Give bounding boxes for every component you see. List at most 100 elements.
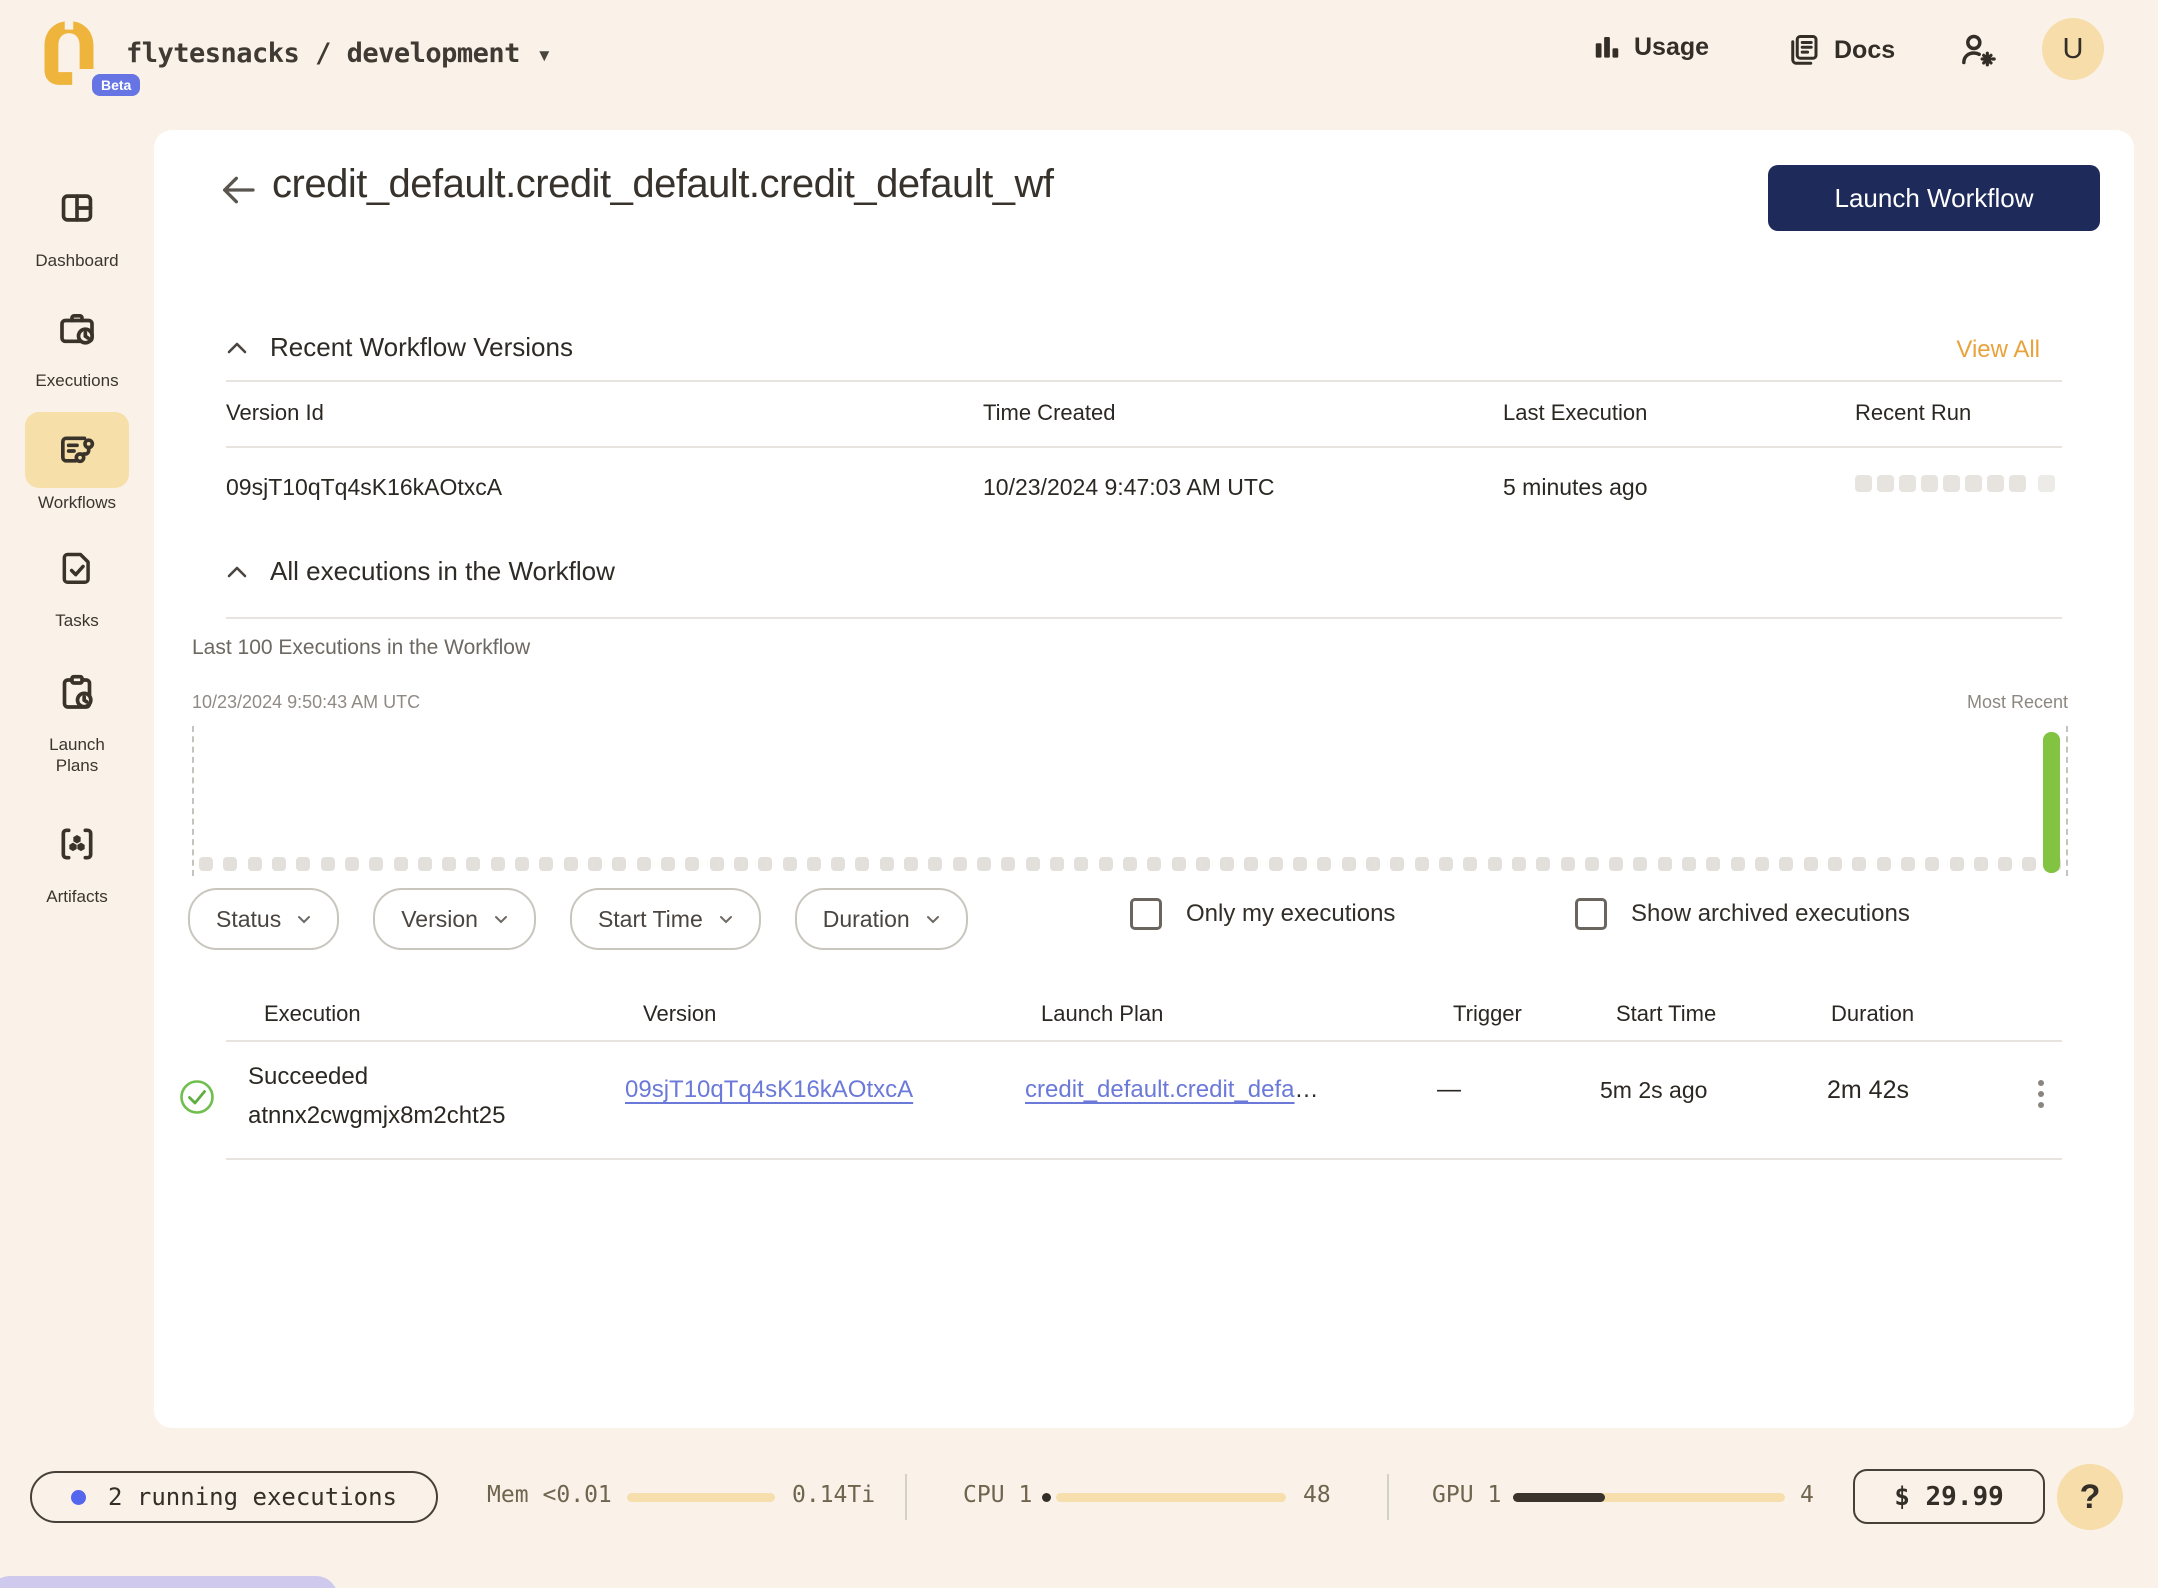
divider xyxy=(905,1474,907,1520)
cpu-value: 1 xyxy=(1019,1482,1033,1508)
mem-bar xyxy=(627,1493,775,1502)
back-arrow-icon xyxy=(218,170,258,210)
avatar-initial: U xyxy=(2063,33,2084,66)
checkbox-icon[interactable] xyxy=(1130,898,1162,930)
recent-versions-header: Recent Workflow Versions xyxy=(226,332,573,363)
column-header-trigger: Trigger xyxy=(1453,996,1522,1032)
column-header-version-id: Version Id xyxy=(226,392,324,434)
main-panel: credit_default.credit_default.credit_def… xyxy=(154,130,2134,1428)
collapse-chevron-icon[interactable] xyxy=(226,341,248,355)
bar-chart-icon xyxy=(1592,32,1622,62)
view-all-link[interactable]: View All xyxy=(1956,336,2040,364)
filter-status[interactable]: Status xyxy=(188,888,339,950)
timeline-success-bar[interactable] xyxy=(2043,732,2060,873)
user-management-button[interactable] xyxy=(1958,30,1998,70)
version-id-cell[interactable]: 09sjT10qTq4sK16kAOtxcA xyxy=(226,458,502,516)
union-logo[interactable]: Beta xyxy=(38,20,100,86)
filter-label: Start Time xyxy=(598,906,703,933)
beta-badge: Beta xyxy=(92,74,140,96)
filter-row: Status Version Start Time Duration xyxy=(188,888,968,950)
user-gear-icon xyxy=(1958,30,1998,70)
cpu-label: CPU xyxy=(963,1482,1005,1508)
app-root: Beta flytesnacks / development ▼ Usage D… xyxy=(0,0,2158,1588)
gpu-usage: GPU 1 xyxy=(1432,1482,1501,1508)
trigger-cell: — xyxy=(1437,1074,1461,1106)
divider xyxy=(226,380,2062,382)
launch-plan-link[interactable]: credit_default.credit_defa xyxy=(1025,1074,1295,1106)
union-logo-icon xyxy=(38,20,100,86)
filter-label: Duration xyxy=(823,906,910,933)
cost-label: $ 29.99 xyxy=(1894,1482,2004,1512)
row-actions-menu[interactable] xyxy=(2032,1074,2050,1114)
execution-id[interactable]: atnnx2cwgmjx8m2cht25 xyxy=(248,1102,505,1130)
cost-button[interactable]: $ 29.99 xyxy=(1853,1469,2045,1524)
column-header-time-created: Time Created xyxy=(983,392,1115,434)
divider xyxy=(226,446,2062,448)
gpu-value: 1 xyxy=(1488,1482,1502,1508)
usage-label: Usage xyxy=(1634,33,1709,62)
cpu-max: 48 xyxy=(1303,1482,1331,1508)
launch-plans-icon xyxy=(57,672,97,712)
filter-start-time[interactable]: Start Time xyxy=(570,888,761,950)
filter-duration[interactable]: Duration xyxy=(795,888,968,950)
cpu-usage: CPU 1 xyxy=(963,1482,1032,1508)
docs-label: Docs xyxy=(1834,36,1895,65)
top-bar: Beta flytesnacks / development ▼ Usage D… xyxy=(0,0,2158,130)
checkbox-icon[interactable] xyxy=(1575,898,1607,930)
gpu-bar-fill xyxy=(1513,1493,1605,1502)
mem-max: 0.14Ti xyxy=(792,1482,875,1508)
filter-version[interactable]: Version xyxy=(373,888,536,950)
sidebar-item-executions[interactable]: Executions xyxy=(0,290,154,391)
all-executions-header: All executions in the Workflow xyxy=(226,556,615,587)
checkbox-label: Show archived executions xyxy=(1631,900,1910,928)
gpu-bar xyxy=(1513,1493,1785,1502)
help-button[interactable]: ? xyxy=(2057,1464,2123,1530)
divider xyxy=(226,1158,2062,1160)
execution-status-text: Succeeded xyxy=(248,1063,368,1091)
cpu-bar xyxy=(1056,1493,1286,1502)
sidebar-item-label: Executions xyxy=(31,370,123,391)
mem-usage: Mem <0.01 xyxy=(487,1482,612,1508)
divider xyxy=(226,617,2062,619)
duration-cell: 2m 42s xyxy=(1827,1074,1909,1106)
sidebar-item-launch-plans[interactable]: Launch Plans xyxy=(0,654,154,776)
column-header-version: Version xyxy=(643,996,716,1032)
collapse-chevron-icon[interactable] xyxy=(226,565,248,579)
succeeded-status-icon xyxy=(178,1078,216,1116)
executions-icon xyxy=(57,308,97,348)
sidebar-item-workflows[interactable]: Workflows xyxy=(0,412,154,513)
sidebar-item-artifacts[interactable]: Artifacts xyxy=(0,806,154,907)
gpu-label: GPU xyxy=(1432,1482,1474,1508)
version-link[interactable]: 09sjT10qTq4sK16kAOtxcA xyxy=(625,1076,913,1103)
section-title: All executions in the Workflow xyxy=(270,556,615,587)
docs-button[interactable]: Docs xyxy=(1786,32,1895,68)
time-created-cell: 10/23/2024 9:47:03 AM UTC xyxy=(983,458,1275,516)
docs-icon xyxy=(1786,32,1822,68)
launch-plan-overflow: … xyxy=(1295,1074,1319,1106)
divider xyxy=(226,1040,2062,1042)
breadcrumb[interactable]: flytesnacks / development ▼ xyxy=(126,38,552,69)
launch-workflow-button[interactable]: Launch Workflow xyxy=(1768,165,2100,231)
only-my-executions-checkbox[interactable]: Only my executions xyxy=(1130,898,1395,930)
divider xyxy=(1387,1474,1389,1520)
running-executions-label: 2 running executions xyxy=(108,1483,397,1511)
usage-button[interactable]: Usage xyxy=(1592,32,1709,62)
sidebar-item-dashboard[interactable]: Dashboard xyxy=(0,170,154,271)
chevron-down-icon xyxy=(926,915,940,924)
sidebar-item-label: Tasks xyxy=(31,610,123,631)
column-header-last-execution: Last Execution xyxy=(1503,392,1647,434)
mem-value: <0.01 xyxy=(543,1482,612,1508)
show-archived-executions-checkbox[interactable]: Show archived executions xyxy=(1575,898,1910,930)
avatar[interactable]: U xyxy=(2042,18,2104,80)
running-dot-icon xyxy=(71,1490,86,1505)
help-label: ? xyxy=(2080,1478,2101,1517)
start-time-cell: 5m 2s ago xyxy=(1600,1074,1707,1106)
sidebar-item-tasks[interactable]: Tasks xyxy=(0,530,154,631)
timeline-end-label: Most Recent xyxy=(1967,692,2068,713)
column-header-duration: Duration xyxy=(1831,996,1914,1032)
page-title: credit_default.credit_default.credit_def… xyxy=(272,156,1053,212)
back-button[interactable] xyxy=(218,170,258,210)
chat-widget-peek[interactable] xyxy=(0,1576,338,1588)
column-header-launch-plan: Launch Plan xyxy=(1041,996,1163,1032)
running-executions-pill[interactable]: 2 running executions xyxy=(30,1471,438,1523)
